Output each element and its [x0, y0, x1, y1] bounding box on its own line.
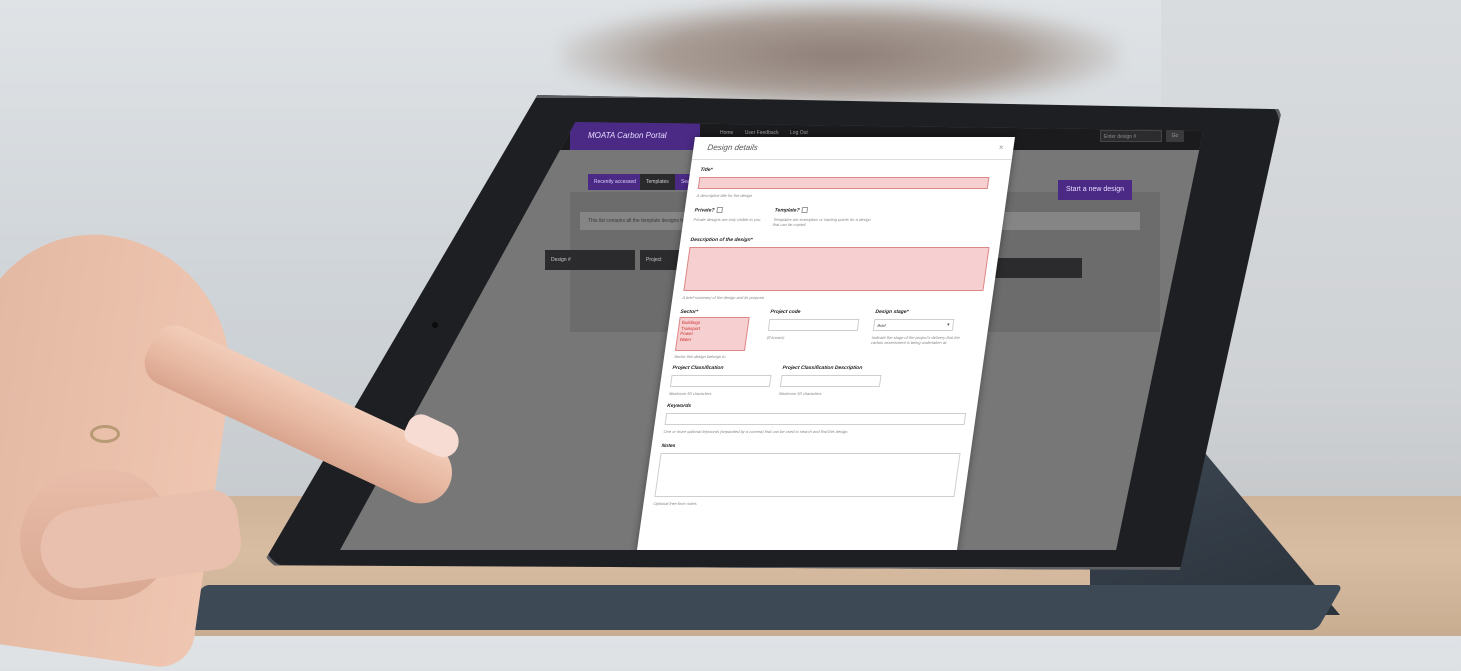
sector-option[interactable]: Buildings: [682, 320, 702, 326]
nav-links: Home User Feedback Log Out: [720, 130, 818, 136]
modal-divider: [691, 159, 1012, 160]
private-checkbox[interactable]: [716, 207, 723, 213]
modal-title: Design details: [706, 143, 759, 152]
design-stage-value: Brief: [877, 323, 887, 328]
design-search-input[interactable]: Enter design #: [1100, 130, 1162, 142]
private-hint: Private designs are only visible to you.: [693, 217, 762, 222]
keywords-input[interactable]: [664, 413, 967, 425]
camera-icon: [432, 322, 438, 328]
title-hint: A descriptive title for the design: [696, 193, 753, 198]
project-code-label: Project code: [769, 309, 801, 315]
project-class-desc-input[interactable]: [779, 375, 882, 387]
design-stage-select[interactable]: Brief ▾: [872, 319, 955, 331]
nav-logout[interactable]: Log Out: [790, 130, 808, 136]
design-details-modal: Design details × Title* A descriptive ti…: [635, 137, 1015, 550]
recently-accessed-button[interactable]: Recently accessed: [588, 174, 642, 190]
notes-label: Notes: [661, 443, 676, 449]
sector-hint: Sector this design belongs to: [673, 354, 726, 359]
template-label: Template?: [774, 207, 808, 213]
title-input[interactable]: [697, 177, 990, 189]
description-hint: A brief summary of the design and its pu…: [682, 295, 766, 300]
description-textarea[interactable]: [683, 247, 990, 291]
nav-feedback[interactable]: User Feedback: [745, 130, 779, 136]
sector-option[interactable]: Water: [679, 337, 699, 343]
title-label: Title*: [699, 167, 713, 173]
tablet-screen: MOATA Carbon Portal Home User Feedback L…: [340, 122, 1204, 550]
keywords-hint: One or more optional keywords (separated…: [663, 429, 849, 434]
project-class-desc-hint: Maximum 50 characters: [778, 391, 822, 396]
chevron-down-icon: ▾: [946, 322, 950, 328]
project-code-hint: (If known): [766, 335, 785, 340]
background-blur: [560, 0, 1120, 110]
ring: [90, 425, 120, 443]
column-design-number[interactable]: Design #: [545, 250, 635, 270]
sector-options: Buildings Transport Power Water: [677, 318, 704, 344]
brand-logo[interactable]: MOATA Carbon Portal: [570, 122, 700, 150]
private-label: Private?: [694, 207, 723, 213]
project-class-desc-label: Project Classification Description: [782, 365, 863, 371]
templates-button[interactable]: Templates: [640, 174, 675, 190]
close-icon[interactable]: ×: [998, 143, 1004, 152]
description-label: Description of the design*: [690, 237, 753, 243]
tablet-case: [177, 585, 1343, 630]
sector-multiselect[interactable]: Buildings Transport Power Water: [674, 317, 750, 351]
sector-label: Sector*: [679, 309, 699, 315]
project-class-label: Project Classification: [672, 365, 724, 371]
keywords-label: Keywords: [666, 403, 692, 409]
notes-hint: Optional free-form notes.: [653, 501, 699, 506]
nav-home[interactable]: Home: [720, 130, 733, 136]
design-stage-hint: Indicate the stage of the project's deli…: [870, 335, 961, 345]
template-checkbox[interactable]: [801, 207, 808, 213]
notes-textarea[interactable]: [654, 453, 961, 497]
search-go-button[interactable]: Go: [1166, 130, 1184, 142]
project-code-input[interactable]: [767, 319, 860, 331]
design-stage-label: Design stage*: [874, 309, 909, 315]
template-hint: Templates are exemplars or starting poin…: [772, 217, 872, 227]
start-new-design-button[interactable]: Start a new design: [1058, 180, 1132, 200]
project-class-input[interactable]: [669, 375, 772, 387]
project-class-hint: Maximum 50 characters: [668, 391, 712, 396]
